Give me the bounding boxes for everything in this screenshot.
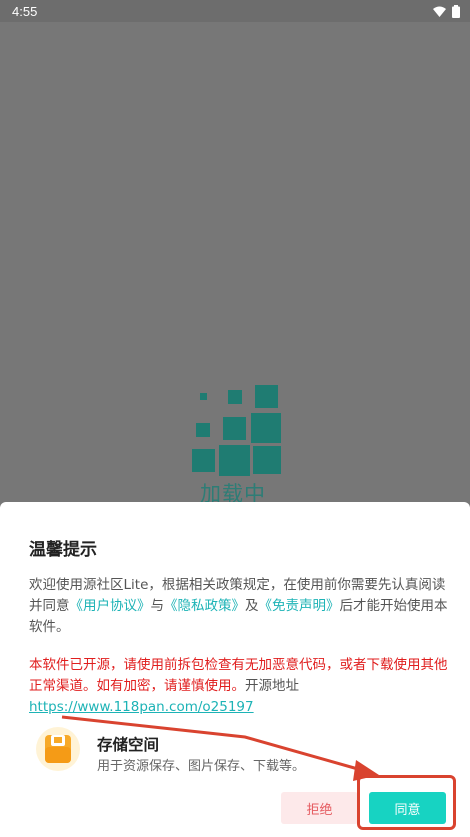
- and-text-1: 与: [150, 598, 165, 614]
- battery-icon: [452, 5, 460, 18]
- warning-paragraph: 本软件已开源，请使用前拆包检查有无加恶意代码，或者下载使用其他正常渠道。如有加密…: [29, 655, 449, 718]
- dialog-title: 温馨提示: [29, 540, 97, 560]
- warning-text: 本软件已开源，请使用前拆包检查有无加恶意代码，或者下载使用其他正常渠道。如有加密…: [29, 657, 448, 694]
- intro-paragraph: 欢迎使用源社区Lite，根据相关政策规定，在使用前你需要先认真阅读并同意《用户协…: [29, 575, 449, 638]
- permission-description: 用于资源保存、图片保存、下载等。: [97, 759, 306, 774]
- annotation-highlight-box: [357, 775, 456, 830]
- status-bar: 4:55: [0, 0, 470, 22]
- source-label: 开源地址: [245, 678, 299, 694]
- storage-permission-icon: [36, 727, 80, 771]
- reject-button[interactable]: 拒绝: [281, 792, 358, 824]
- source-url-link[interactable]: https://www.118pan.com/o25197: [29, 699, 254, 715]
- permission-title: 存储空间: [97, 736, 160, 754]
- privacy-policy-link[interactable]: 《隐私政策》: [164, 598, 245, 614]
- folder-icon: [45, 735, 71, 763]
- status-time: 4:55: [12, 4, 38, 19]
- disclaimer-link[interactable]: 《免责声明》: [259, 598, 340, 614]
- and-text-2: 及: [245, 598, 259, 614]
- wifi-icon: [433, 6, 446, 17]
- app-logo: [192, 385, 281, 476]
- user-agreement-link[interactable]: 《用户协议》: [70, 598, 151, 614]
- status-icons: [433, 5, 460, 18]
